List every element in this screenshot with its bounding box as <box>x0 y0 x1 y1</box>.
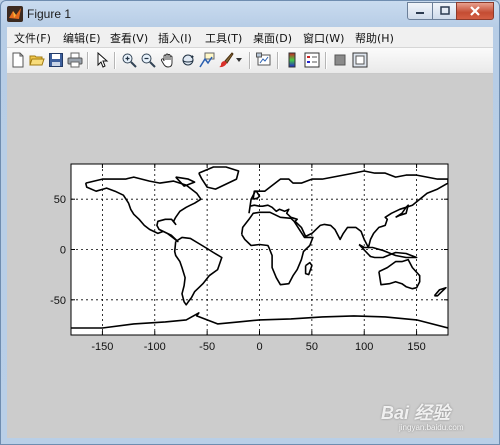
zoom-out-icon <box>141 53 156 68</box>
x-tick-label: -50 <box>199 341 215 353</box>
menu-desktop[interactable]: 桌面(D) <box>253 30 292 46</box>
data-cursor-icon <box>199 52 215 68</box>
map-axes[interactable]: -150 -100 -50 0 50 100 150 -50 0 50 <box>7 74 493 438</box>
menu-window[interactable]: 窗口(W) <box>303 30 344 46</box>
zoom-in-button[interactable] <box>120 51 138 69</box>
menu-help[interactable]: 帮助(H) <box>355 30 394 46</box>
watermark-subtext: jingyan.baidu.com <box>399 423 464 432</box>
colorbar-button[interactable] <box>283 51 301 69</box>
close-button[interactable] <box>456 2 494 20</box>
menu-insert[interactable]: 插入(I) <box>158 30 192 46</box>
x-tick-label: 50 <box>306 341 318 353</box>
show-plot-tools-icon <box>352 52 368 68</box>
minimize-button[interactable] <box>407 2 433 20</box>
edit-plot-arrow-icon <box>97 52 109 68</box>
y-tick-label: 0 <box>60 245 66 257</box>
toolbar-separator <box>277 52 279 69</box>
legend-button[interactable] <box>303 51 321 69</box>
rotate-3d-button[interactable] <box>179 51 197 69</box>
open-file-icon <box>29 55 45 66</box>
hide-plot-tools-icon <box>334 54 346 66</box>
toolbar-separator <box>87 52 89 69</box>
edit-plot-button[interactable] <box>93 51 111 69</box>
colorbar-icon <box>288 52 296 68</box>
maximize-button[interactable] <box>432 2 457 20</box>
hide-plot-tools-button[interactable] <box>331 51 349 69</box>
y-tick-label: 50 <box>54 194 66 206</box>
title-bar[interactable]: Figure 1 <box>1 1 499 27</box>
pan-button[interactable] <box>159 51 177 69</box>
new-figure-icon <box>12 52 24 68</box>
menu-file[interactable]: 文件(F) <box>14 30 51 46</box>
brush-icon <box>219 52 234 68</box>
new-figure-button[interactable] <box>9 51 27 69</box>
brush-dropdown-button[interactable] <box>235 51 243 69</box>
zoom-in-icon <box>122 53 137 68</box>
save-icon <box>49 53 63 67</box>
watermark-text: Bai 经验 <box>381 403 451 423</box>
toolbar-separator <box>114 52 116 69</box>
x-tick-label: 100 <box>355 341 373 353</box>
toolbar-separator <box>249 52 251 69</box>
x-tick-label: -100 <box>144 341 166 353</box>
matlab-logo-icon <box>7 6 23 22</box>
chevron-down-icon <box>236 58 242 62</box>
figure-window: Figure 1 文件(F) 编辑(E) 查看(V) 插入(I) 工具(T) 桌… <box>0 0 500 445</box>
maximize-icon <box>439 6 450 15</box>
x-tick-label: 0 <box>256 341 262 353</box>
data-cursor-button[interactable] <box>198 51 216 69</box>
toolbar-separator <box>325 52 327 69</box>
rotate-3d-icon <box>182 54 194 66</box>
print-icon <box>67 52 83 68</box>
print-button[interactable] <box>66 51 84 69</box>
window-title: Figure 1 <box>27 7 72 21</box>
figure-toolbar <box>7 48 493 74</box>
open-file-button[interactable] <box>28 51 46 69</box>
x-tick-label: -150 <box>91 341 113 353</box>
menu-edit[interactable]: 编辑(E) <box>63 30 101 46</box>
zoom-out-button[interactable] <box>139 51 157 69</box>
legend-icon <box>304 52 320 68</box>
save-button[interactable] <box>47 51 65 69</box>
minimize-icon <box>416 12 424 14</box>
x-tick-label: 150 <box>407 341 425 353</box>
figure-canvas[interactable]: -150 -100 -50 0 50 100 150 -50 0 50 <box>7 74 493 438</box>
show-plot-tools-button[interactable] <box>351 51 369 69</box>
y-tick-label: -50 <box>50 295 66 307</box>
menu-tools[interactable]: 工具(T) <box>205 30 242 46</box>
link-plot-icon <box>256 52 271 66</box>
pan-hand-icon <box>160 53 173 68</box>
menu-view[interactable]: 查看(V) <box>110 30 148 46</box>
menu-bar: 文件(F) 编辑(E) 查看(V) 插入(I) 工具(T) 桌面(D) 窗口(W… <box>7 27 493 48</box>
close-icon <box>470 6 480 16</box>
link-plot-button[interactable] <box>255 51 273 69</box>
brush-button[interactable] <box>217 51 235 69</box>
